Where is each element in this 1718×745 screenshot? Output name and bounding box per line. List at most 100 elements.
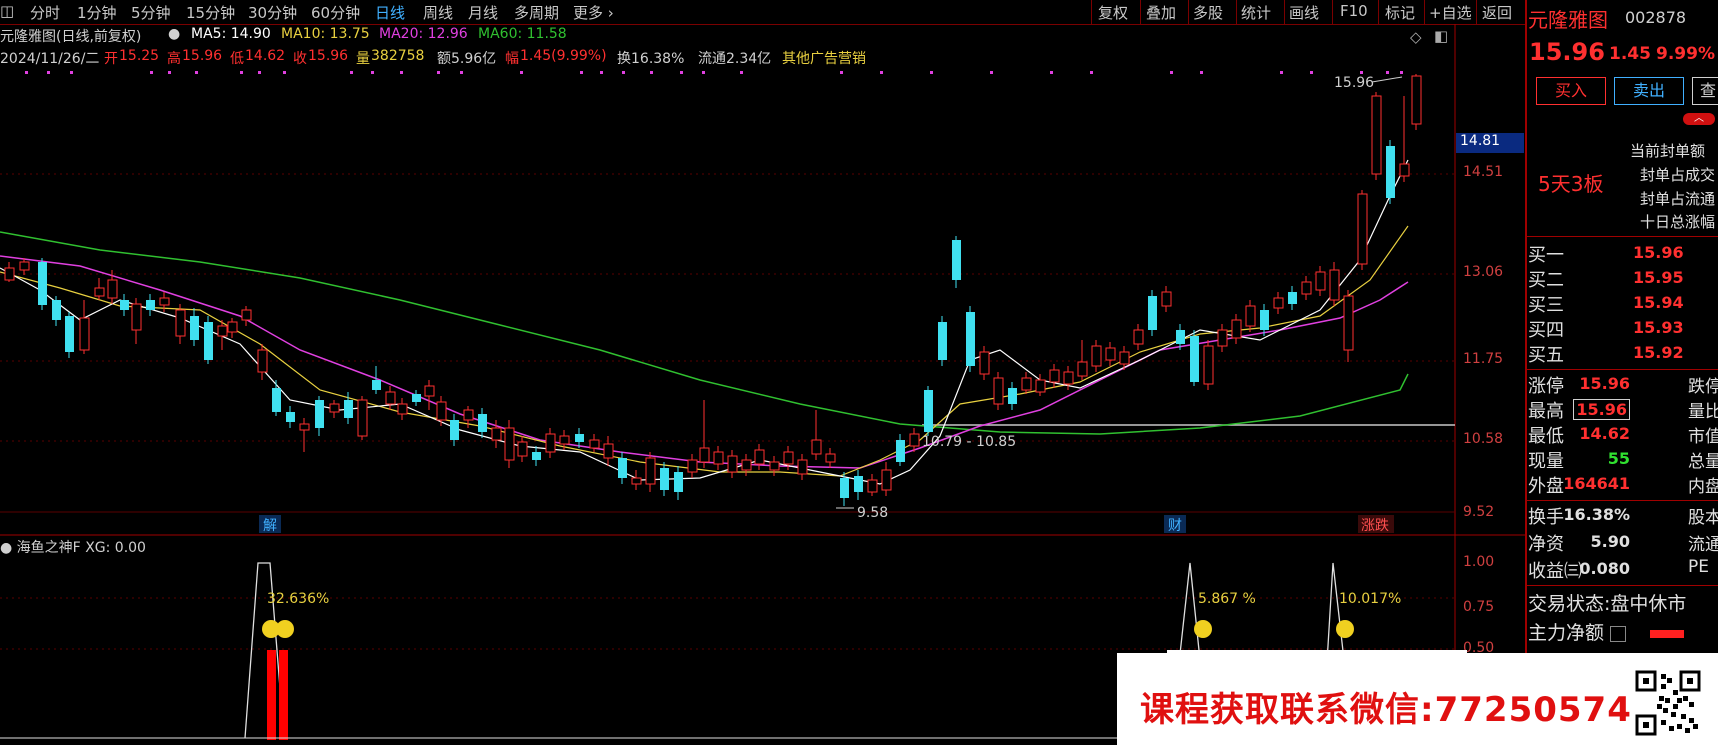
candle-body	[412, 394, 421, 402]
candle-body	[1411, 75, 1422, 125]
fund-value: 5.90	[1590, 532, 1630, 551]
high-arrow	[1371, 76, 1403, 83]
candle-body	[867, 479, 878, 493]
query-button[interactable]: 查	[1692, 77, 1718, 105]
price-tick: 13.06	[1463, 264, 1504, 280]
bid-price: 15.92	[1633, 343, 1684, 362]
price-tick: 10.58	[1463, 431, 1504, 447]
candle-body	[241, 309, 252, 321]
current-price-tag: 14.81	[1456, 133, 1524, 153]
candle-body	[146, 300, 155, 310]
seal-amount-label: 当前封单额	[1630, 142, 1706, 160]
signal-dot	[1400, 71, 1403, 74]
bid-row[interactable]: 买三	[1528, 291, 1564, 317]
divider	[1527, 500, 1718, 501]
candle-body	[315, 400, 324, 428]
signal-dot	[350, 71, 353, 74]
qr-module	[1689, 702, 1694, 707]
candle-body	[881, 469, 892, 491]
bid-row[interactable]: 买四	[1528, 316, 1564, 342]
bid-label: 买四	[1528, 320, 1564, 341]
menu-icon[interactable]	[1610, 625, 1627, 642]
candle-body	[1035, 379, 1046, 393]
candle-body	[227, 321, 238, 333]
candle-body	[797, 459, 808, 475]
candle-body	[1315, 271, 1326, 291]
qr-module	[1665, 698, 1670, 703]
candle-body	[424, 385, 435, 397]
settings-circle-icon[interactable]: ●	[0, 540, 12, 556]
candle-body	[896, 440, 905, 462]
candle-body	[952, 240, 961, 280]
sell-button[interactable]: 卖出	[1614, 77, 1684, 105]
buy-button[interactable]: 买入	[1536, 77, 1606, 105]
stat-label-2: 量比	[1688, 402, 1718, 422]
candle-body	[1231, 319, 1242, 339]
event-marker-jie: 解	[263, 518, 277, 534]
fund-value: 0.080	[1579, 559, 1630, 578]
candle-body	[575, 434, 584, 442]
stat-label: 现量	[1528, 451, 1564, 472]
candle-body	[299, 423, 310, 431]
bid-row[interactable]: 买一	[1528, 241, 1564, 267]
stat-label: 外盘	[1528, 476, 1564, 497]
qr-module	[1677, 698, 1682, 703]
candle-body	[1371, 95, 1382, 175]
candle-body	[217, 325, 228, 337]
candle-body	[727, 455, 738, 473]
bid-row[interactable]: 买二	[1528, 266, 1564, 292]
candle-body	[1077, 361, 1088, 377]
stat-value: 164641	[1563, 474, 1630, 493]
candle-body	[344, 400, 353, 418]
candle-body	[65, 316, 74, 352]
candle-body	[966, 312, 975, 366]
fund-label: 净资	[1528, 534, 1564, 555]
price-tick: 9.52	[1463, 504, 1495, 520]
bid-row[interactable]: 买五	[1528, 341, 1564, 367]
qr-finder-core	[1687, 678, 1693, 684]
divider	[1527, 585, 1718, 586]
qr-finder-core	[1643, 678, 1649, 684]
candle-body	[94, 287, 105, 297]
signal-dot	[990, 71, 993, 74]
stat-label-2: 跌停	[1688, 377, 1718, 397]
qr-module	[1657, 704, 1662, 709]
low-annotation: 9.58	[857, 505, 888, 521]
kline-chart[interactable]: 15.96 9.58 10.79 - 10.85 解 财 涨跌 32.636% …	[0, 0, 1525, 745]
stat-label: 最低	[1528, 426, 1564, 447]
trade-status: 交易状态:盘中休市	[1528, 589, 1686, 616]
fund-value: 16.38%	[1563, 505, 1630, 524]
signal-dot	[1050, 71, 1053, 74]
indicator-value: XG: 0.00	[85, 540, 146, 556]
candle-body	[1148, 296, 1157, 330]
candle-body	[811, 439, 822, 455]
candle-body	[450, 420, 459, 440]
indicator-label-2: 5.867 %	[1198, 591, 1256, 607]
candle-body	[79, 317, 90, 351]
fund-label: 换手	[1528, 507, 1564, 528]
candle-body	[257, 349, 268, 373]
candle-body	[532, 452, 541, 460]
candle-body	[1105, 347, 1116, 361]
signal-dot	[1386, 71, 1389, 74]
signal-dot	[25, 71, 28, 74]
indicator-header: ● 海鱼之神F XG: 0.00	[0, 537, 146, 557]
candle-body	[329, 403, 340, 413]
signal-dot	[702, 71, 705, 74]
limit-board-label: 5天3板	[1538, 172, 1604, 196]
signal-dot	[400, 71, 403, 74]
signal-dot	[240, 71, 243, 74]
smiley-icon	[1336, 620, 1354, 638]
candle-body	[1008, 388, 1017, 404]
signal-dot	[1280, 71, 1283, 74]
collapse-icon[interactable]: ︿	[1683, 113, 1715, 125]
candle-body	[159, 297, 170, 306]
fund-label-2: 流通	[1688, 535, 1718, 555]
candle-body	[699, 447, 710, 463]
qr-module	[1669, 726, 1674, 731]
qr-module	[1671, 712, 1676, 717]
signal-dot	[650, 71, 653, 74]
candle-body	[175, 309, 186, 337]
indicator-tick: 0.75	[1463, 599, 1495, 615]
candle-body	[19, 261, 30, 271]
